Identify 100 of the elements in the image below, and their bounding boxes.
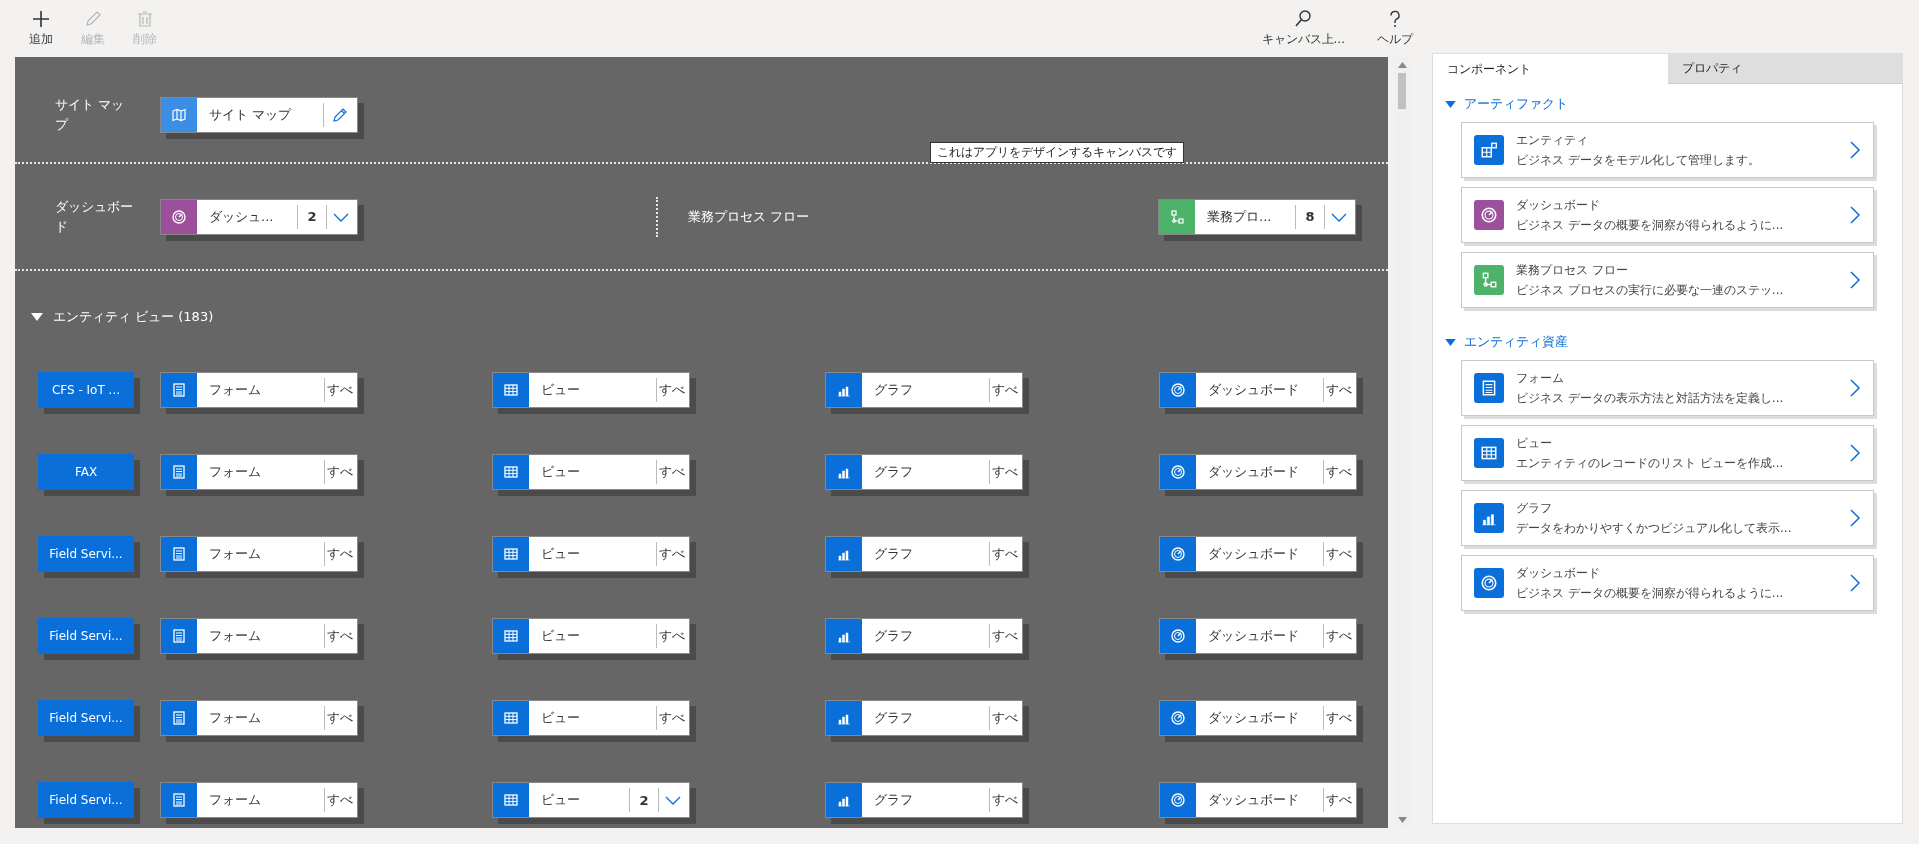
card-scope: すべ [658,545,686,563]
form-icon [161,455,197,489]
form-icon [161,619,197,653]
bar-chart-icon [826,537,862,571]
form-icon [161,373,197,407]
card-label: ビュー [540,463,581,481]
card-scope: すべ [658,463,686,481]
card-scope: すべ [991,791,1019,809]
chevron-right-icon [1849,444,1861,462]
card-label: ビュー [540,381,581,399]
card-label: ダッシュボード [1207,791,1300,809]
chevron-right-icon [1849,509,1861,527]
item-title: エンティティ [1516,131,1589,149]
item-title: 業務プロセス フロー [1516,261,1629,279]
grid-icon [493,537,529,571]
chevron-right-icon [1849,206,1861,224]
collapse-triangle-icon[interactable] [1445,100,1456,108]
component-item[interactable]: ダッシュボード ビジネス データの概要を洞察が得られるように... [1461,555,1874,611]
component-item[interactable]: エンティティ ビジネス データをモデル化して管理します。 [1461,122,1874,178]
card-label: 業務プロ... [1206,207,1273,226]
card-scope: すべ [326,709,354,727]
item-description: エンティティのレコードのリスト ビューを作成... [1516,454,1785,472]
section-label: 業務プロセス フロー [687,207,811,226]
card-scope: すべ [1325,709,1353,727]
component-item[interactable]: 業務プロセス フロー ビジネス プロセスの実行に必要な一連のステッ... [1461,252,1874,308]
scroll-thumb[interactable] [1398,73,1406,109]
card-label: フォーム [208,463,262,481]
gauge-icon [1160,537,1196,571]
form-icon [161,701,197,735]
card-scope: すべ [991,381,1019,399]
chevron-right-icon [1849,271,1861,289]
collapse-triangle-icon[interactable] [1445,338,1456,346]
card-label: グラフ [873,627,914,645]
scroll-down-icon[interactable] [1397,817,1407,823]
grid-icon [493,619,529,653]
card-label: ビュー [540,791,581,809]
component-item[interactable]: ダッシュボード ビジネス データの概要を洞察が得られるように... [1461,187,1874,243]
item-title: フォーム [1516,369,1565,387]
card-label: ダッシュボード [1207,463,1300,481]
card-count: 2 [638,792,650,808]
card-label: ビュー [540,545,581,563]
card-scope: すべ [991,627,1019,645]
card-scope: すべ [1325,791,1353,809]
chevron-right-icon [1849,574,1861,592]
form-icon [161,783,197,817]
item-title: ダッシュボード [1516,564,1601,582]
item-description: ビジネス データの概要を洞察が得られるように... [1516,584,1785,602]
collapse-triangle-icon[interactable] [31,313,43,321]
trash-icon [135,9,155,29]
card-scope: すべ [326,791,354,809]
toolbar-button[interactable]: キャンバス上... [1261,9,1345,48]
grid-icon [493,701,529,735]
gauge-icon [1160,619,1196,653]
card-scope: すべ [1325,627,1353,645]
card-label: ビュー [540,627,581,645]
toolbar-button[interactable]: 追加 [26,9,56,48]
section-label: サイト マップ [55,95,126,134]
bar-chart-icon [826,783,862,817]
form-icon [161,537,197,571]
card-scope: すべ [1325,463,1353,481]
add-icon [31,9,51,29]
item-description: ビジネス データの表示方法と対話方法を定義し... [1516,389,1785,407]
card-scope: すべ [658,709,686,727]
card-count: 2 [306,209,318,224]
gauge-icon [1160,701,1196,735]
card-scope: すべ [991,709,1019,727]
card-label: フォーム [208,545,262,563]
bar-chart-icon [826,701,862,735]
grid-icon [493,373,529,407]
toolbar-button[interactable]: ヘルプ [1377,9,1413,48]
search-icon [1293,9,1314,29]
card-label: グラフ [873,709,914,727]
component-item[interactable]: グラフ データをわかりやすくかつビジュアル化して表示... [1461,490,1874,546]
card-scope: すべ [658,381,686,399]
scroll-up-icon[interactable] [1397,62,1407,68]
card-label: サイト マップ [208,105,293,124]
tab[interactable]: プロパティ [1667,54,1902,84]
card-label: グラフ [873,463,914,481]
item-description: ビジネス データをモデル化して管理します。 [1516,151,1761,169]
card-count: 8 [1304,209,1316,224]
card-label: ビュー [540,709,581,727]
card-scope: すべ [326,627,354,645]
card-scope: すべ [326,545,354,563]
item-description: データをわかりやすくかつビジュアル化して表示... [1516,519,1793,537]
component-item[interactable]: ビュー エンティティのレコードのリスト ビューを作成... [1461,425,1874,481]
card-label: ダッシュボード [1207,545,1300,563]
card-scope: すべ [326,463,354,481]
grid-icon [493,783,529,817]
component-item[interactable]: フォーム ビジネス データの表示方法と対話方法を定義し... [1461,360,1874,416]
section-title: エンティティ資産 [1464,333,1568,351]
gauge-icon [1160,783,1196,817]
card-label: フォーム [208,709,262,727]
gauge-icon [1160,455,1196,489]
card-scope: すべ [1325,381,1353,399]
card-scope: すべ [991,463,1019,481]
pencil-icon[interactable] [332,106,348,123]
item-title: ビュー [1516,434,1553,452]
card-label: ダッシュボード [1207,627,1300,645]
card-label: ダッシュ... [208,207,275,226]
item-title: グラフ [1516,499,1553,517]
